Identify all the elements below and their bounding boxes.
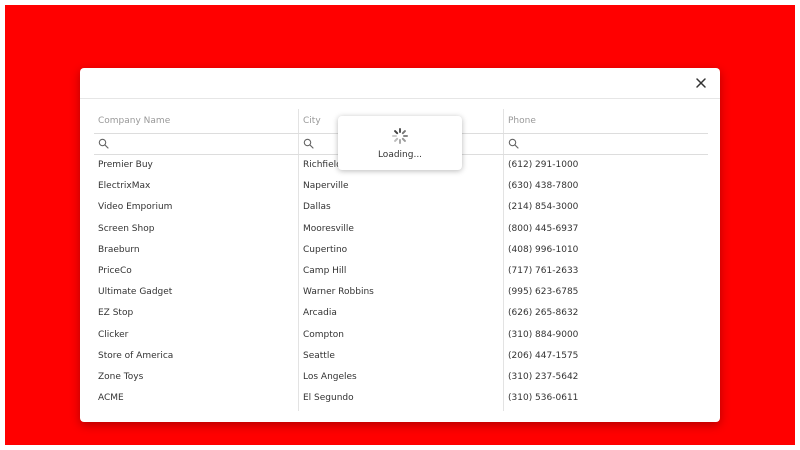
cell-phone: (800) 445-6937	[508, 223, 579, 234]
cell-city: Seattle	[303, 350, 335, 361]
cell-phone: (717) 761-2633	[508, 265, 579, 276]
cell-phone: (612) 291-1000	[508, 160, 579, 170]
filter-cell-company-name	[94, 133, 298, 154]
table-row[interactable]: Braeburn Cupertino (408) 996-1010	[94, 240, 708, 261]
cell-company-name: Clicker	[98, 329, 129, 340]
cell-phone: (310) 884-9000	[508, 329, 579, 340]
table-row[interactable]: Store of America Seattle (206) 447-1575	[94, 346, 708, 367]
cell-company-name: EZ Stop	[98, 308, 134, 319]
table-row[interactable]: Screen Shop Mooresville (800) 445-6937	[94, 219, 708, 240]
cell-company-name: Store of America	[98, 350, 174, 361]
grid-body: Premier Buy Richfield (612) 291-1000 Ele…	[94, 155, 708, 409]
cell-city: Arcadia	[303, 308, 337, 319]
filter-input-phone[interactable]	[522, 135, 702, 152]
cell-phone: (995) 623-6785	[508, 287, 579, 298]
cell-company-name: Video Emporium	[98, 202, 173, 213]
search-icon	[303, 138, 314, 149]
filter-cell-phone	[504, 133, 708, 154]
search-icon	[98, 138, 109, 149]
cell-city: Mooresville	[303, 223, 354, 234]
spinner-icon	[391, 127, 409, 145]
table-row[interactable]: ElectrixMax Naperville (630) 438-7800	[94, 176, 708, 197]
loading-panel: Loading...	[338, 116, 462, 170]
popup-title-bar	[80, 68, 720, 99]
table-row[interactable]: Video Emporium Dallas (214) 854-3000	[94, 197, 708, 218]
cell-phone: (626) 265-8632	[508, 308, 579, 319]
loading-message: Loading...	[377, 150, 423, 160]
cell-city: Dallas	[303, 202, 331, 213]
close-button[interactable]	[692, 74, 710, 92]
cell-city: Compton	[303, 329, 345, 340]
cell-phone: (310) 536-0611	[508, 393, 579, 404]
table-row[interactable]: Zone Toys Los Angeles (310) 237-5642	[94, 367, 708, 388]
table-row[interactable]: Clicker Compton (310) 884-9000	[94, 325, 708, 346]
table-row[interactable]: EZ Stop Arcadia (626) 265-8632	[94, 303, 708, 324]
cell-city: El Segundo	[303, 393, 354, 404]
search-icon	[508, 138, 519, 149]
cell-phone: (206) 447-1575	[508, 350, 579, 361]
cell-company-name: Ultimate Gadget	[98, 287, 173, 298]
cell-company-name: Premier Buy	[98, 160, 153, 170]
cell-city: Warner Robbins	[303, 287, 374, 298]
cell-company-name: Braeburn	[98, 244, 140, 255]
close-icon	[696, 78, 706, 88]
cell-city: Cupertino	[303, 244, 348, 255]
table-row[interactable]: PriceCo Camp Hill (717) 761-2633	[94, 261, 708, 282]
table-row[interactable]: ACME El Segundo (310) 536-0611	[94, 388, 708, 409]
cell-company-name: PriceCo	[98, 265, 132, 276]
column-header-company-name[interactable]: Company Name	[94, 109, 298, 133]
cell-company-name: Zone Toys	[98, 371, 144, 382]
cell-phone: (214) 854-3000	[508, 202, 579, 213]
cell-phone: (630) 438-7800	[508, 181, 579, 192]
cell-company-name: ElectrixMax	[98, 181, 151, 192]
column-header-phone[interactable]: Phone	[504, 109, 708, 133]
cell-phone: (408) 996-1010	[508, 244, 579, 255]
cell-company-name: ACME	[98, 393, 124, 404]
cell-company-name: Screen Shop	[98, 223, 155, 234]
filter-input-company-name[interactable]	[112, 135, 292, 152]
cell-phone: (310) 237-5642	[508, 371, 579, 382]
cell-city: Los Angeles	[303, 371, 357, 382]
table-row[interactable]: Ultimate Gadget Warner Robbins (995) 623…	[94, 282, 708, 303]
cell-city: Naperville	[303, 181, 349, 192]
cell-city: Camp Hill	[303, 265, 347, 276]
